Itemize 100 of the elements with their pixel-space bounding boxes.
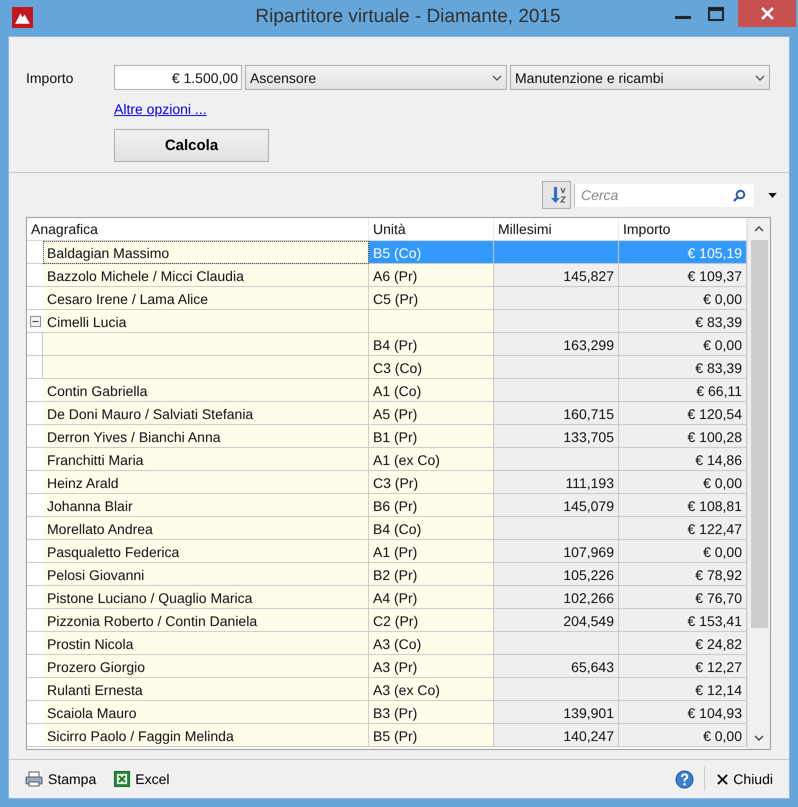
table-cell: A5 (Pr) (369, 402, 494, 425)
window-title: Ripartitore virtuale - Diamante, 2015 (254, 6, 562, 28)
table-cell: € 109,37 (619, 264, 747, 287)
table-cell: 139,901 (494, 701, 619, 724)
table-cell: € 120,54 (619, 402, 747, 425)
table-cell: € 78,92 (619, 563, 747, 586)
table-cell: Bazzolo Michele / Micci Claudia (43, 264, 369, 287)
printer-icon (25, 771, 43, 787)
collapse-toggle-icon[interactable] (30, 316, 40, 326)
table-cell: € 76,70 (619, 586, 747, 609)
table-cell: € 0,00 (619, 333, 747, 356)
table-cell: € 83,39 (619, 356, 747, 379)
table-cell: B2 (Pr) (369, 563, 494, 586)
table-cell: 160,715 (494, 402, 619, 425)
minimize-icon[interactable] (675, 16, 691, 20)
table-cell: Pizzonia Roberto / Contin Daniela (43, 609, 369, 632)
table-cell: € 0,00 (619, 540, 747, 563)
print-button[interactable]: Stampa (19, 767, 102, 791)
table-cell: B4 (Co) (369, 517, 494, 540)
table-cell: Prozero Giorgio (43, 655, 369, 678)
calculate-button[interactable]: Calcola (114, 129, 269, 162)
search-icon (732, 188, 746, 202)
amount-field[interactable]: € 1.500,00 (114, 65, 242, 90)
table-cell: A3 (Pr) (369, 655, 494, 678)
table-cell: A1 (ex Co) (369, 448, 494, 471)
table-cell: € 0,00 (619, 724, 747, 747)
table-cell: B5 (Pr) (369, 724, 494, 747)
table-cell: A6 (Pr) (369, 264, 494, 287)
table-cell: B3 (Pr) (369, 701, 494, 724)
table-cell: C2 (Pr) (369, 609, 494, 632)
table-cell: € 66,11 (619, 379, 747, 402)
table-cell: Prostin Nicola (43, 632, 369, 655)
spreadsheet-icon (114, 771, 130, 787)
table-cell: € 105,19 (619, 241, 747, 264)
table-cell: € 12,27 (619, 655, 747, 678)
table-cell: € 83,39 (619, 310, 747, 333)
table-cell: 133,705 (494, 425, 619, 448)
table-cell: € 122,47 (619, 517, 747, 540)
table-cell: Pistone Luciano / Quaglio Marica (43, 586, 369, 609)
table-cell: 204,549 (494, 609, 619, 632)
search-field[interactable]: Cerca (574, 184, 754, 206)
table-cell: € 100,28 (619, 425, 747, 448)
table-cell: Pasqualetto Federica (43, 540, 369, 563)
sort-button[interactable] (542, 181, 571, 209)
table-cell: B1 (Pr) (369, 425, 494, 448)
column-header[interactable]: Anagrafica (27, 218, 369, 240)
table-cell: € 0,00 (619, 287, 747, 310)
more-options-link[interactable]: Altre opzioni ... (114, 101, 207, 117)
chevron-down-icon (755, 74, 765, 80)
table-cell: € 108,81 (619, 494, 747, 517)
table-cell: € 104,93 (619, 701, 747, 724)
table-cell: € 12,14 (619, 678, 747, 701)
table-cell: Baldagian Massimo (43, 241, 369, 264)
chevron-up-icon[interactable] (754, 226, 764, 232)
table-cell: C3 (Pr) (369, 471, 494, 494)
table-cell: B4 (Pr) (369, 333, 494, 356)
category-dropdown[interactable]: Ascensore (245, 65, 507, 90)
table-cell: A3 (Co) (369, 632, 494, 655)
table-cell: Morellato Andrea (43, 517, 369, 540)
table-cell: Pelosi Giovanni (43, 563, 369, 586)
subcategory-dropdown[interactable]: Manutenzione e ricambi (510, 65, 770, 90)
table-cell: Scaiola Mauro (43, 701, 369, 724)
scrollbar[interactable] (747, 218, 770, 749)
dropdown-arrow-icon[interactable] (768, 192, 777, 198)
chevron-down-icon[interactable] (754, 735, 764, 741)
column-header[interactable]: Millesimi (494, 218, 619, 240)
table-cell: Derron Yives / Bianchi Anna (43, 425, 369, 448)
table-cell: A1 (Pr) (369, 540, 494, 563)
maximize-icon[interactable] (708, 7, 724, 21)
app-logo-icon (12, 7, 33, 28)
close-button[interactable] (738, 0, 796, 27)
help-icon[interactable] (675, 770, 694, 788)
table-cell: B6 (Pr) (369, 494, 494, 517)
table-cell: C3 (Co) (369, 356, 494, 379)
table-cell: Cesaro Irene / Lama Alice (43, 287, 369, 310)
close-icon (717, 774, 728, 784)
table-cell: B5 (Co) (369, 241, 494, 264)
table-cell: C5 (Pr) (369, 287, 494, 310)
close-dialog-button[interactable]: Chiudi (704, 767, 779, 791)
table-cell: Rulanti Ernesta (43, 678, 369, 701)
table-cell: Franchitti Maria (43, 448, 369, 471)
table-cell: A4 (Pr) (369, 586, 494, 609)
table-cell: A1 (Co) (369, 379, 494, 402)
table-cell: 163,299 (494, 333, 619, 356)
table-cell: 145,827 (494, 264, 619, 287)
excel-button[interactable]: Excel (108, 767, 176, 791)
table-cell: 145,079 (494, 494, 619, 517)
table-cell: € 153,41 (619, 609, 747, 632)
table-cell: € 24,82 (619, 632, 747, 655)
table-cell: Contin Gabriella (43, 379, 369, 402)
table-cell: De Doni Mauro / Salviati Stefania (43, 402, 369, 425)
table-cell: Heinz Arald (43, 471, 369, 494)
table-cell: Sicirro Paolo / Faggin Melinda (43, 724, 369, 747)
table-cell: € 14,86 (619, 448, 747, 471)
table-cell: Johanna Blair (43, 494, 369, 517)
table-cell: 65,643 (494, 655, 619, 678)
table-cell: Cimelli Lucia (43, 310, 369, 333)
column-header[interactable]: Unità (369, 218, 494, 240)
table-cell: A3 (ex Co) (369, 678, 494, 701)
table-cell: € 0,00 (619, 471, 747, 494)
